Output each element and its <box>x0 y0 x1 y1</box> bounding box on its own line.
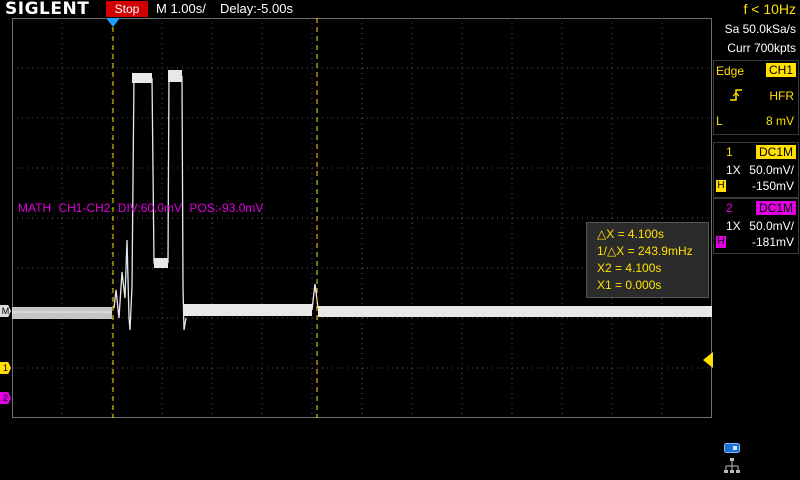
memory-depth: Curr 700kpts <box>727 41 796 55</box>
channel-2-probe: 1X <box>726 219 741 233</box>
trigger-level-marker[interactable] <box>703 352 713 368</box>
rising-edge-icon <box>730 89 742 101</box>
usb-icon <box>724 443 740 453</box>
channel-2-bw-limit: H <box>716 236 726 248</box>
channel-1-offset: -150mV <box>751 179 794 193</box>
trigger-coupling: HFR <box>769 89 794 103</box>
frequency-counter: f < 10Hz <box>743 1 796 17</box>
trigger-source: CH1 <box>765 63 796 77</box>
channel-2-offset: -181mV <box>751 235 794 249</box>
channel-2-coupling: DC1M <box>755 201 796 215</box>
ch1-marker[interactable]: 1 <box>0 362 11 374</box>
channel-1-coupling: DC1M <box>755 145 796 159</box>
channel-2-number: 2 <box>726 201 733 215</box>
trigger-level: 8 mV <box>765 114 794 128</box>
channel-1-bw-limit: H <box>716 180 726 192</box>
channel-1-probe: 1X <box>726 163 741 177</box>
delay-readout[interactable]: Delay:-5.00s <box>220 0 293 18</box>
cursor-inverse-delta-x: 1/△X = 243.9mHz <box>597 244 693 258</box>
waveform-display[interactable] <box>12 18 712 418</box>
ch2-marker[interactable]: 2 <box>0 392 11 404</box>
sample-rate: Sa 50.0kSa/s <box>724 22 796 36</box>
brand-logo: SIGLENT <box>5 0 90 19</box>
trigger-level-label: L <box>716 114 723 128</box>
status-bar: SIGLENT Stop M 1.00s/ Delay:-5.00s f < 1… <box>0 0 800 19</box>
trigger-panel[interactable]: Edge CH1 HFR L 8 mV <box>713 60 799 135</box>
math-label: MATH CH1-CH2 DIV:60.0mV POS:-93.0mV <box>18 201 264 215</box>
channel-1-panel[interactable]: 1 DC1M 1X 50.0mV/ H -150mV <box>713 142 799 198</box>
cursor-readout-panel: △X = 4.100s 1/△X = 243.9mHz X2 = 4.100s … <box>586 222 709 298</box>
channel-1-scale: 50.0mV/ <box>749 163 794 177</box>
channel-1-number: 1 <box>726 145 733 159</box>
trigger-position-marker[interactable] <box>106 18 120 28</box>
timebase-readout[interactable]: M 1.00s/ <box>156 0 206 18</box>
cursor-delta-x: △X = 4.100s <box>597 227 664 241</box>
channel-2-panel[interactable]: 2 B DC1M 1X 50.0mV/ H -181mV <box>713 198 799 254</box>
trigger-type: Edge <box>716 64 745 78</box>
network-icon <box>724 458 740 473</box>
channel-2-scale: 50.0mV/ <box>749 219 794 233</box>
run-stop-button[interactable]: Stop <box>106 1 148 17</box>
cursor-x1: X1 = 0.000s <box>597 278 662 292</box>
cursor-x2: X2 = 4.100s <box>597 261 662 275</box>
math-marker[interactable]: M <box>0 305 11 317</box>
